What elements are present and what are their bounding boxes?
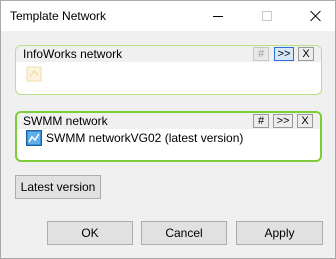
- infoworks-network-label: InfoWorks network: [23, 47, 123, 61]
- apply-button[interactable]: Apply: [236, 221, 323, 245]
- maximize-icon: [262, 11, 272, 21]
- swmm-clear-button[interactable]: X: [297, 114, 313, 128]
- empty-network-icon: [26, 66, 42, 82]
- swmm-network-item-text: SWMM networkVG02 (latest version): [46, 131, 244, 145]
- infoworks-network-item[interactable]: [26, 66, 42, 82]
- window-title: Template Network: [10, 9, 107, 23]
- minimize-button[interactable]: [201, 1, 235, 31]
- infoworks-hash-button[interactable]: #: [253, 47, 269, 61]
- swmm-expand-button[interactable]: >>: [273, 114, 293, 128]
- swmm-network-header: SWMM network # >> X: [17, 113, 320, 129]
- ok-button[interactable]: OK: [47, 221, 133, 245]
- infoworks-network-group: InfoWorks network # >> X: [15, 45, 322, 95]
- close-button[interactable]: [299, 1, 333, 31]
- dialog-window: Template Network InfoWorks network # >> …: [0, 0, 336, 259]
- maximize-button[interactable]: [250, 1, 284, 31]
- cancel-button[interactable]: Cancel: [141, 221, 227, 245]
- infoworks-network-header: InfoWorks network # >> X: [16, 46, 321, 62]
- swmm-network-item[interactable]: SWMM networkVG02 (latest version): [26, 130, 243, 146]
- swmm-hash-button[interactable]: #: [253, 114, 269, 128]
- close-icon: [310, 10, 322, 22]
- swmm-network-label: SWMM network: [23, 114, 108, 128]
- infoworks-clear-button[interactable]: X: [298, 47, 314, 61]
- title-bar: Template Network: [1, 1, 335, 31]
- swmm-network-icon: [26, 130, 42, 146]
- minimize-icon: [213, 15, 223, 17]
- swmm-network-group: SWMM network # >> X SWMM networkVG02 (la…: [15, 111, 322, 162]
- latest-version-button[interactable]: Latest version: [15, 175, 101, 199]
- infoworks-expand-button[interactable]: >>: [274, 47, 294, 61]
